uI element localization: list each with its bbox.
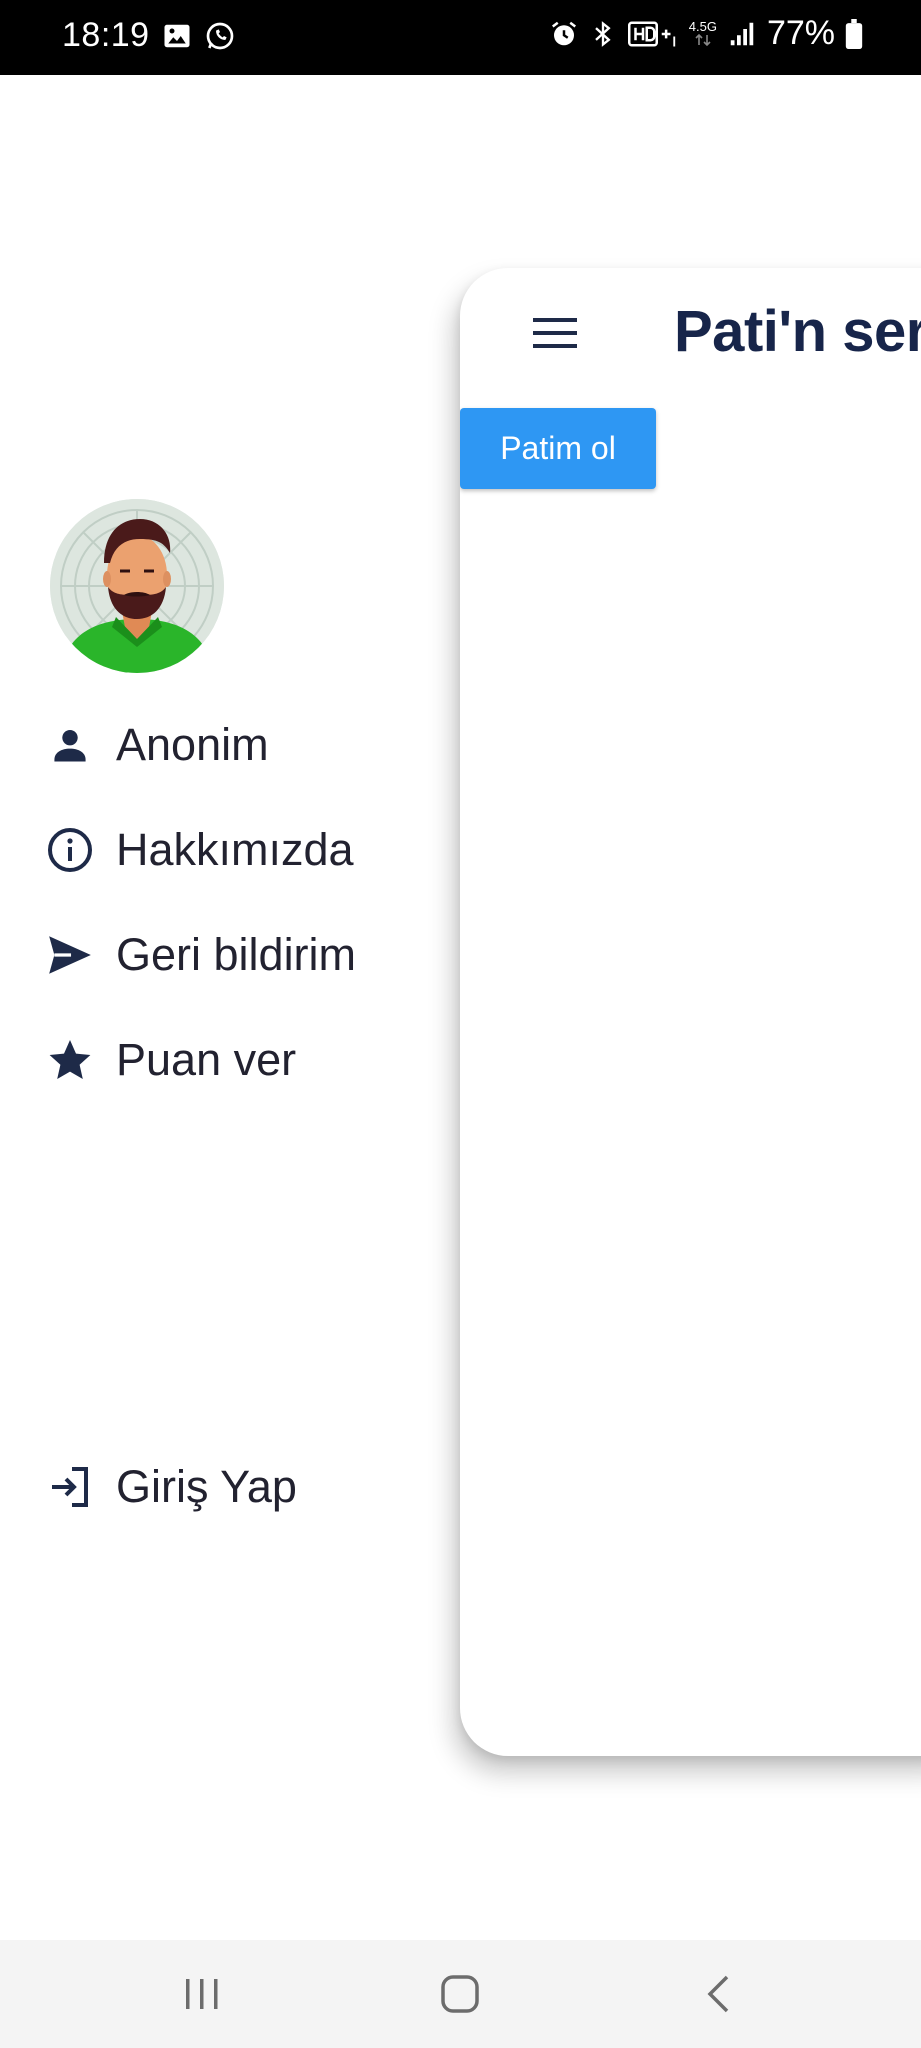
page-title: Pati'n ser <box>674 299 921 364</box>
signal-icon <box>727 19 757 49</box>
alarm-icon <box>549 19 579 49</box>
network-label: 4.5G <box>688 19 717 34</box>
patim-ol-button[interactable]: Patim ol <box>460 408 656 489</box>
login-label: Giriş Yap <box>116 1461 297 1512</box>
menu-item-puan-ver[interactable]: Puan ver <box>44 1020 296 1100</box>
status-time: 18:19 <box>62 16 150 54</box>
battery-icon <box>845 18 863 49</box>
menu-item-label: Geri bildirim <box>116 929 357 980</box>
screen: 18:19 4.5G 77% Anonim Hakkımızda Geri bi… <box>0 0 921 2048</box>
navigation-bar <box>0 1940 921 2048</box>
bluetooth-icon <box>589 19 617 49</box>
status-left: 18:19 <box>62 16 236 55</box>
main-panel: Pati'n ser Patim ol <box>460 268 921 1756</box>
menu-item-geri-bildirim[interactable]: Geri bildirim <box>44 915 356 995</box>
menu-item-label: Anonim <box>116 719 269 770</box>
battery-percentage: 77% <box>766 14 835 52</box>
avatar-illustration <box>50 499 224 673</box>
menu-item-anonim[interactable]: Anonim <box>44 705 269 785</box>
menu-item-label: Hakkımızda <box>116 824 354 875</box>
login-icon <box>44 1461 96 1513</box>
info-icon <box>44 824 96 876</box>
status-right: 4.5G 77% <box>549 14 863 53</box>
recent-apps-icon[interactable] <box>172 1968 232 2020</box>
person-icon <box>44 719 96 771</box>
menu-item-label: Puan ver <box>116 1034 297 1085</box>
network-icon: 4.5G <box>689 20 717 47</box>
hamburger-menu-icon[interactable] <box>520 308 590 358</box>
login-button[interactable]: Giriş Yap <box>44 1447 297 1527</box>
send-icon <box>44 929 96 981</box>
star-icon <box>44 1034 96 1086</box>
gallery-icon <box>162 21 192 51</box>
whatsapp-icon <box>204 20 236 52</box>
hd-voice-icon <box>627 19 679 49</box>
back-icon[interactable] <box>688 1968 748 2020</box>
avatar <box>50 499 224 673</box>
status-bar: 18:19 4.5G 77% <box>0 0 921 75</box>
home-icon[interactable] <box>430 1968 490 2020</box>
menu-item-hakkimizda[interactable]: Hakkımızda <box>44 810 354 890</box>
